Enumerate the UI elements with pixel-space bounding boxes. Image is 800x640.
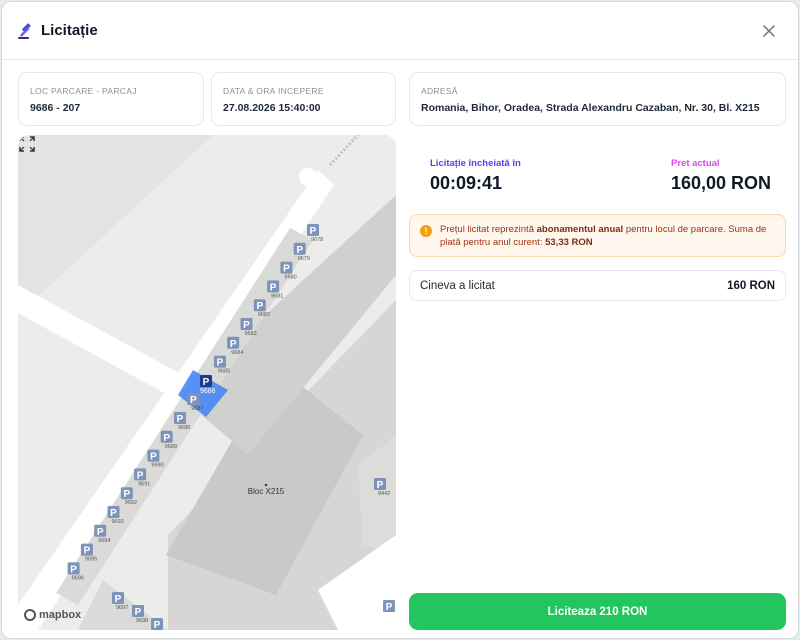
svg-text:P: P [135,607,142,618]
info-icon: ! [420,225,432,237]
parking-spot-number: 9683 [245,331,257,337]
svg-text:P: P [203,377,210,388]
parking-spot-number: 9689 [165,444,177,450]
parking-spot-number: 9698 [136,618,148,624]
parking-spot-number: 9694 [98,538,110,544]
svg-text:P: P [137,470,144,481]
parking-spot-number: 9686 [200,388,216,395]
notice-text: Prețul licitat reprezintă abonamentul an… [440,224,767,248]
spot-label: LOC PARCARE - PARCAJ [30,86,137,96]
start-date-value: 27.08.2026 15:40:00 [223,102,321,114]
svg-text:P: P [115,594,122,605]
last-bid-amount: 160 RON [727,280,775,292]
start-date-card: DATA & ORA INCEPERE 27.08.2026 15:40:00 [211,72,396,126]
address-label: ADRESĂ [421,86,458,96]
svg-text:P: P [256,301,263,312]
parking-spot-number: 9697 [116,605,128,611]
parking-spot-number: 9684 [231,350,243,356]
parking-spot-number: 9679 [298,256,310,262]
spot-value: 9686 - 207 [30,102,81,114]
parking-spot-number: 9685 [218,369,230,375]
svg-text:P: P [377,480,384,491]
parking-spot-number: 9681 [271,293,283,299]
last-bid-who: Cineva a licitat [420,280,495,292]
svg-text:P: P [296,245,303,256]
parking-spot-number: 9688 [178,425,190,431]
svg-text:P: P [150,452,157,463]
address-card: ADRESĂ Romania, Bihor, Oradea, Strada Al… [409,72,786,126]
auction-modal: Licitație LOC PARCARE - PARCAJ 9686 - 20… [1,1,799,639]
svg-text:P: P [230,339,237,350]
parking-spot-number: 9680 [284,275,296,281]
svg-text:P: P [177,414,184,425]
close-icon [763,25,775,37]
svg-text:P: P [283,264,290,275]
price-label: Pret actual [671,158,720,169]
mapbox-logo: mapbox [24,609,81,621]
parking-spot-partial-right[interactable]: P [383,600,395,613]
svg-text:P: P [217,358,224,369]
svg-text:P: P [84,546,91,557]
start-date-label: DATA & ORA INCEPERE [223,86,324,96]
svg-text:P: P [190,395,197,406]
last-bid-row: Cineva a licitat 160 RON [409,270,786,301]
parking-spot-number: 9693 [112,519,124,525]
svg-text:P: P [270,282,277,293]
address-value: Romania, Bihor, Oradea, Strada Alexandru… [421,102,760,114]
price-block: Pret actual 160,00 RON [671,158,771,194]
parking-spot-partial[interactable]: P [151,618,163,630]
modal-header: Licitație [2,2,798,60]
svg-text:P: P [310,226,317,237]
mapbox-icon [24,609,36,621]
parking-map[interactable]: P 9678 P 9679 P 9680 P 9681 P 9682 P 9683 P 9684 P 9685… [18,135,396,630]
svg-text:P: P [97,527,104,538]
svg-text:P: P [154,620,161,630]
svg-text:P: P [163,433,170,444]
parking-spot-number: 9696 [72,575,84,581]
place-bid-button[interactable]: Liciteaza 210 RON [409,593,786,630]
timer-label: Licitație încheiată în [430,158,521,169]
modal-title: Licitație [41,22,98,39]
map-canvas[interactable]: P9678P9679P9680P9681P9682P9683P9684P9685… [18,135,396,630]
parking-spot-number: 9690 [151,463,163,469]
svg-text:P: P [110,508,117,519]
parking-spot-number: 9692 [125,500,137,506]
building-label: Bloc X215 [248,487,285,496]
parking-spot-number: 9687 [191,406,203,412]
info-notice: ! Prețul licitat reprezintă abonamentul … [409,214,786,257]
gavel-icon [18,23,31,39]
parking-spot-number: 9691 [138,481,150,487]
parking-spot-number: 9682 [258,312,270,318]
svg-text:P: P [386,602,393,613]
svg-text:P: P [70,564,77,575]
timer-value: 00:09:41 [430,173,503,193]
parking-spot-number: 9695 [85,557,97,563]
close-button[interactable] [758,20,780,42]
parking-spot-number: 9678 [311,237,323,243]
timer-block: Licitație încheiată în 00:09:41 [430,158,521,194]
expand-icon[interactable] [18,135,36,153]
spot-card: LOC PARCARE - PARCAJ 9686 - 207 [18,72,204,126]
svg-text:P: P [243,320,250,331]
mapbox-attribution: mapbox [39,609,82,621]
parking-spot-number: 9442 [378,491,390,497]
price-value: 160,00 RON [671,173,772,193]
svg-text:P: P [123,489,130,500]
